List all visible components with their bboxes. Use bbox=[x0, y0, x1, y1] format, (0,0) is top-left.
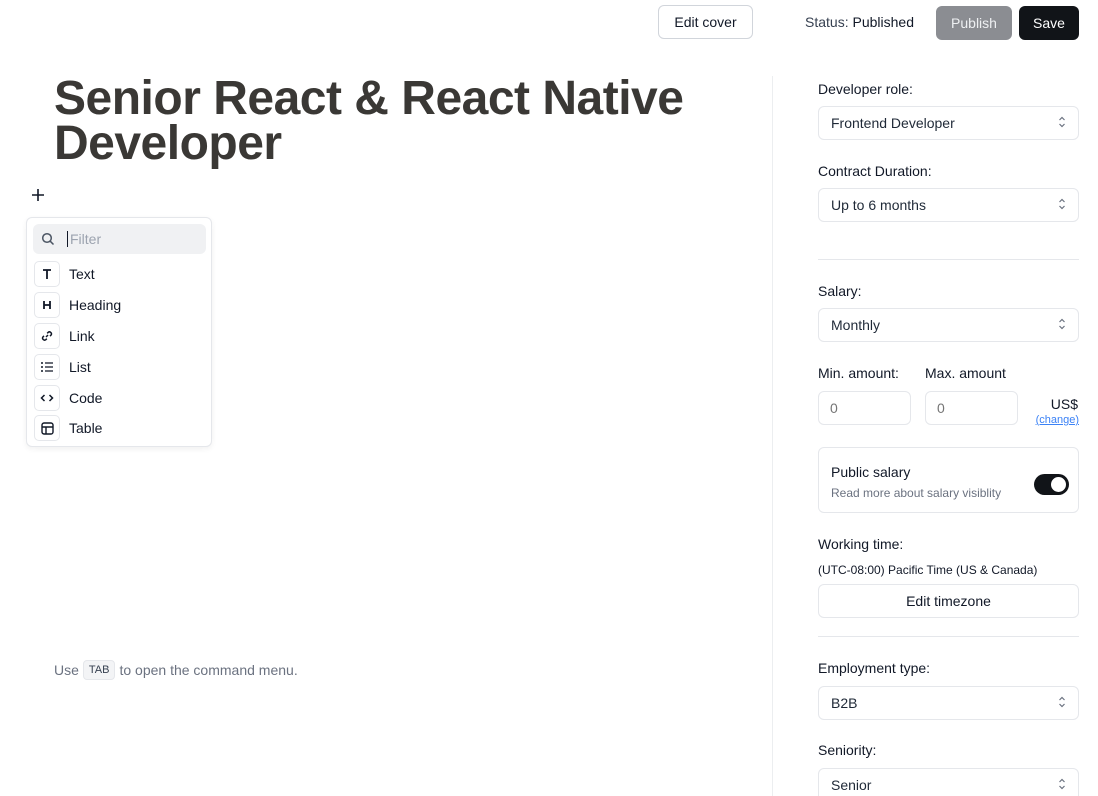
hint-after: to open the command menu. bbox=[119, 662, 298, 678]
status-value: Published bbox=[852, 14, 914, 30]
section-divider bbox=[818, 636, 1079, 637]
seniority-value: Senior bbox=[831, 777, 872, 793]
command-menu: Text Heading Link List Code bbox=[26, 217, 212, 447]
salary-label: Salary: bbox=[818, 283, 862, 299]
menu-item-label: List bbox=[69, 358, 91, 375]
min-amount-input[interactable] bbox=[818, 391, 911, 425]
code-icon bbox=[34, 384, 60, 411]
employment-type-select[interactable]: B2B bbox=[818, 686, 1079, 720]
currency-label: US$ bbox=[1050, 396, 1078, 412]
developer-role-value: Frontend Developer bbox=[831, 115, 955, 131]
public-salary-title: Public salary bbox=[831, 464, 911, 480]
heading-icon bbox=[34, 292, 60, 319]
status-indicator: Status: Published bbox=[805, 14, 914, 30]
menu-item-list[interactable]: List bbox=[34, 351, 204, 382]
search-icon bbox=[33, 232, 63, 246]
working-time-label: Working time: bbox=[818, 536, 904, 552]
page-title[interactable]: Senior React & React Native Developer bbox=[54, 75, 714, 168]
developer-role-label: Developer role: bbox=[818, 81, 913, 97]
filter-input[interactable] bbox=[67, 231, 197, 247]
edit-cover-button[interactable]: Edit cover bbox=[658, 5, 753, 39]
toggle-knob bbox=[1051, 477, 1066, 492]
add-block-icon[interactable] bbox=[30, 184, 46, 206]
section-divider bbox=[818, 259, 1079, 260]
hint-before: Use bbox=[54, 662, 79, 678]
menu-item-code[interactable]: Code bbox=[34, 382, 204, 413]
menu-item-label: Heading bbox=[69, 297, 122, 314]
chevron-updown-icon bbox=[1058, 115, 1066, 129]
public-salary-info-link[interactable]: Read more about salary visiblity bbox=[831, 486, 1001, 500]
publish-button[interactable]: Publish bbox=[936, 6, 1012, 40]
max-amount-label: Max. amount bbox=[925, 365, 1006, 381]
list-icon bbox=[34, 353, 60, 380]
seniority-select[interactable]: Senior bbox=[818, 768, 1079, 796]
menu-item-label: Code bbox=[69, 389, 103, 406]
chevron-updown-icon bbox=[1058, 197, 1066, 211]
contract-duration-select[interactable]: Up to 6 months bbox=[818, 188, 1079, 222]
contract-duration-value: Up to 6 months bbox=[831, 197, 926, 213]
menu-item-link[interactable]: Link bbox=[34, 321, 204, 352]
menu-item-table[interactable]: Table bbox=[34, 413, 204, 444]
contract-duration-label: Contract Duration: bbox=[818, 163, 932, 179]
panel-divider bbox=[772, 76, 773, 796]
chevron-updown-icon bbox=[1058, 317, 1066, 331]
chevron-updown-icon bbox=[1058, 777, 1066, 791]
public-salary-toggle[interactable] bbox=[1034, 474, 1069, 495]
menu-item-label: Text bbox=[69, 266, 95, 283]
public-salary-card: Public salary Read more about salary vis… bbox=[818, 447, 1079, 513]
table-icon bbox=[34, 415, 60, 442]
change-currency-link[interactable]: (change) bbox=[1030, 414, 1079, 426]
tab-key-badge: TAB bbox=[82, 660, 116, 680]
menu-item-text[interactable]: Text bbox=[34, 259, 204, 290]
salary-period-value: Monthly bbox=[831, 317, 881, 333]
filter-box bbox=[33, 224, 206, 254]
status-label: Status: bbox=[805, 14, 849, 30]
timezone-value: (UTC-08:00) Pacific Time (US & Canada) bbox=[818, 563, 1038, 577]
max-amount-input[interactable] bbox=[925, 391, 1018, 425]
seniority-label: Seniority: bbox=[818, 742, 877, 758]
edit-timezone-button[interactable]: Edit timezone bbox=[818, 584, 1079, 618]
salary-period-select[interactable]: Monthly bbox=[818, 308, 1079, 342]
chevron-updown-icon bbox=[1058, 695, 1066, 709]
menu-item-label: Table bbox=[69, 420, 103, 437]
save-button[interactable]: Save bbox=[1019, 6, 1079, 40]
developer-role-select[interactable]: Frontend Developer bbox=[818, 106, 1079, 140]
text-icon bbox=[34, 261, 60, 288]
menu-item-heading[interactable]: Heading bbox=[34, 290, 204, 321]
employment-type-label: Employment type: bbox=[818, 660, 931, 676]
min-amount-label: Min. amount: bbox=[818, 365, 899, 381]
command-hint: Use TAB to open the command menu. bbox=[54, 660, 298, 680]
menu-item-label: Link bbox=[69, 327, 95, 344]
employment-type-value: B2B bbox=[831, 695, 858, 711]
link-icon bbox=[34, 322, 60, 349]
